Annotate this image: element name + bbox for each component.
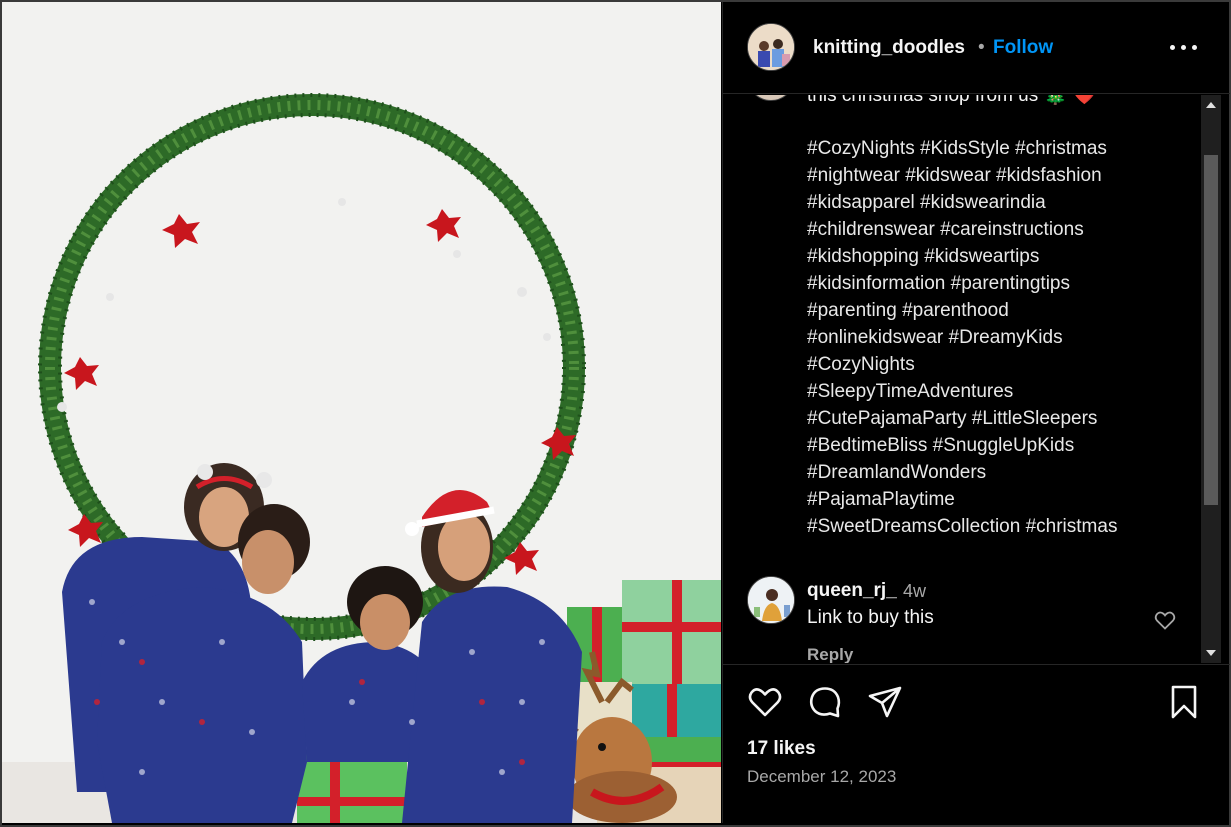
family-christmas-photo: [2, 2, 721, 823]
post-sidebar: knitting_doodles • Follow this christmas…: [722, 2, 1230, 823]
comment-item: queen_rj_ 4w Link to buy this Reply: [723, 573, 1213, 663]
scroll-down-arrow-icon[interactable]: [1201, 643, 1221, 663]
hashtag-line[interactable]: #CozyNights #KidsStyle #christmas: [807, 135, 1207, 162]
bookmark-icon[interactable]: [1164, 682, 1204, 722]
hashtag-line[interactable]: #onlinekidswear #DreamyKids: [807, 324, 1207, 351]
hashtag-line[interactable]: #nightwear #kidswear #kidsfashion: [807, 162, 1207, 189]
caption-avatar[interactable]: [747, 95, 795, 101]
likes-count[interactable]: 17 likes: [747, 738, 816, 760]
commenter-avatar-image: [748, 577, 794, 623]
hashtag-line[interactable]: #SweetDreamsCollection #christmas: [807, 513, 1207, 540]
account-username[interactable]: knitting_doodles: [813, 37, 965, 59]
separator-dot: •: [978, 37, 985, 58]
avatar-image: [748, 24, 794, 70]
comment-timestamp[interactable]: 4w: [903, 581, 926, 602]
hashtag-line[interactable]: #BedtimeBliss #SnuggleUpKids: [807, 432, 1207, 459]
hashtag-line[interactable]: #CozyNights: [807, 351, 1207, 378]
hashtag-line[interactable]: #PajamaPlaytime: [807, 486, 1207, 513]
scroll-up-arrow-icon[interactable]: [1201, 95, 1221, 115]
comments-scrollbar[interactable]: [1201, 95, 1221, 663]
scrollbar-thumb[interactable]: [1204, 155, 1218, 505]
reply-button[interactable]: Reply: [807, 645, 853, 663]
comment-text: Link to buy this: [807, 607, 934, 628]
more-horizontal-icon[interactable]: [1169, 32, 1199, 62]
comments-scroll-area[interactable]: this christmas shop from us 🎄 ❤️ #CozyNi…: [723, 95, 1213, 663]
post-date[interactable]: December 12, 2023: [747, 767, 896, 787]
post-header: knitting_doodles • Follow: [723, 2, 1230, 94]
caption-hashtags: #CozyNights #KidsStyle #christmas #nightw…: [807, 135, 1207, 540]
hashtag-line[interactable]: #kidsapparel #kidswearindia: [807, 189, 1207, 216]
hashtag-line[interactable]: #CutePajamaParty #LittleSleepers: [807, 405, 1207, 432]
hashtag-line[interactable]: #kidshopping #kidsweartips: [807, 243, 1207, 270]
post-action-bar: [723, 682, 1230, 726]
commenter-avatar[interactable]: [747, 576, 795, 624]
hashtag-line[interactable]: #parenting #parenthood: [807, 297, 1207, 324]
post-photo[interactable]: [2, 2, 721, 823]
share-icon[interactable]: [865, 682, 905, 722]
follow-button[interactable]: Follow: [993, 37, 1053, 59]
section-divider: [723, 664, 1230, 665]
hashtag-line[interactable]: #childrenswear #careinstructions: [807, 216, 1207, 243]
comment-like-heart-icon[interactable]: [1153, 608, 1177, 632]
hashtag-line[interactable]: #kidsinformation #parentingtips: [807, 270, 1207, 297]
commenter-username[interactable]: queen_rj_: [807, 580, 897, 602]
hashtag-line[interactable]: #SleepyTimeAdventures: [807, 378, 1207, 405]
account-avatar[interactable]: [747, 23, 795, 71]
hashtag-line[interactable]: #DreamlandWonders: [807, 459, 1207, 486]
heart-icon[interactable]: [745, 682, 785, 722]
comment-icon[interactable]: [805, 682, 845, 722]
caption-text-partial: this christmas shop from us 🎄 ❤️: [807, 95, 1097, 106]
